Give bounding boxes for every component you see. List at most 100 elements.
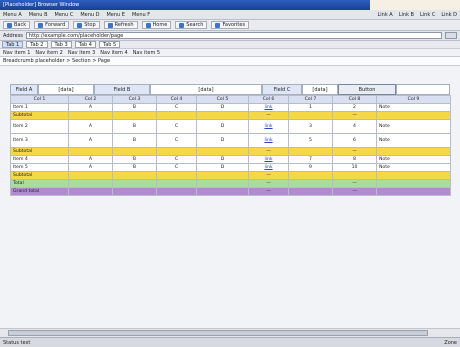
back-button[interactable]: Back [3, 21, 31, 29]
table-cell: D [196, 119, 249, 134]
table-cell [376, 187, 451, 196]
table-cell: Subtotal [10, 147, 69, 156]
form-button[interactable]: Button [338, 84, 396, 95]
subnav-item[interactable]: Nav item 4 [100, 50, 127, 56]
table-cell [112, 147, 157, 156]
table-cell: C [156, 103, 197, 112]
status-zone: Zone [444, 339, 457, 346]
table-cell [112, 111, 157, 120]
table-cell: C [156, 133, 197, 148]
table-cell-link[interactable]: link [248, 155, 289, 164]
refresh-button[interactable]: Refresh [103, 21, 138, 29]
menu-item[interactable]: Menu E [106, 12, 124, 18]
table-cell: — [332, 147, 377, 156]
table-cell: Subtotal [10, 111, 69, 120]
horizontal-scrollbar[interactable] [0, 328, 460, 337]
search-icon [179, 22, 185, 28]
table-cell: 7 [288, 155, 333, 164]
column-header: Col 7 [288, 95, 333, 104]
table-cell: A [68, 163, 113, 172]
table-cell [156, 187, 197, 196]
menu-item[interactable]: Menu A [3, 12, 22, 18]
subnav-item[interactable]: Nav item 2 [35, 50, 62, 56]
menu-link[interactable]: Link C [420, 12, 435, 18]
table-cell-link: — [248, 147, 289, 156]
tab[interactable]: Tab 1 [2, 41, 24, 48]
home-button[interactable]: Home [141, 21, 172, 29]
field-a-value[interactable]: [data] [38, 84, 94, 95]
column-header: Col 8 [332, 95, 377, 104]
table-cell [156, 147, 197, 156]
menu-item[interactable]: Menu D [80, 12, 99, 18]
table-cell [156, 179, 197, 188]
table-cell-link[interactable]: link [248, 163, 289, 172]
field-b-value[interactable]: [data] [150, 84, 262, 95]
table-cell-link: — [248, 171, 289, 180]
menu-item[interactable]: Menu F [132, 12, 150, 18]
scrollbar-thumb[interactable] [8, 330, 428, 336]
table-cell-link[interactable]: link [248, 119, 289, 134]
subnav-item[interactable]: Nav item 5 [133, 50, 160, 56]
table-cell [196, 179, 249, 188]
subnav-item[interactable]: Nav item 1 [3, 50, 30, 56]
stop-icon [77, 22, 83, 28]
column-header: Col 4 [156, 95, 197, 104]
subnav-item[interactable]: Nav item 3 [68, 50, 95, 56]
field-b-label: Field B [94, 84, 150, 95]
field-a-label: Field A [10, 84, 38, 95]
tab-strip: Tab 1 Tab 2 Tab 3 Tab 4 Tab 5 [0, 41, 460, 49]
search-button[interactable]: Search [175, 21, 208, 29]
search-label: Search [186, 22, 204, 28]
table-cell [112, 171, 157, 180]
table-cell-link[interactable]: link [248, 103, 289, 112]
table-cell: B [112, 103, 157, 112]
table-cell: D [196, 155, 249, 164]
data-table: Col 1 Col 2 Col 3 Col 4 Col 5 Col 6 Col … [10, 95, 451, 196]
table-cell: Note [376, 163, 451, 172]
table-row: Item 5 A B C Dlink 9 10 Note [10, 163, 451, 172]
summary-row: Total — — [10, 179, 451, 188]
table-cell [68, 147, 113, 156]
table-cell: Item 2 [10, 119, 69, 134]
tab[interactable]: Tab 2 [26, 41, 48, 48]
back-icon [7, 22, 12, 28]
table-cell [68, 111, 113, 120]
table-cell: — [332, 111, 377, 120]
forward-button[interactable]: Forward [34, 21, 70, 29]
menu-item[interactable]: Menu B [29, 12, 48, 18]
menu-link[interactable]: Link D [441, 12, 457, 18]
tab[interactable]: Tab 3 [50, 41, 72, 48]
tab[interactable]: Tab 4 [74, 41, 96, 48]
refresh-label: Refresh [114, 22, 134, 28]
menu-link[interactable]: Link A [377, 12, 392, 18]
table-cell: 6 [332, 133, 377, 148]
status-bar: Status text Zone [0, 337, 460, 347]
table-cell [68, 179, 113, 188]
table-cell-link[interactable]: link [248, 133, 289, 148]
stop-button[interactable]: Stop [73, 21, 100, 29]
table-cell [112, 179, 157, 188]
menu-bar: Menu A Menu B Menu C Menu D Menu E Menu … [0, 10, 460, 20]
status-text: Status text [3, 339, 31, 346]
form-spacer [396, 84, 450, 95]
table-row: Item 1 A B C Dlink 1 2 Note [10, 103, 451, 112]
table-cell [376, 179, 451, 188]
table-cell: Item 5 [10, 163, 69, 172]
address-input[interactable]: http://example.com/placeholder/page [25, 32, 442, 39]
table-cell [196, 147, 249, 156]
table-cell: 10 [332, 163, 377, 172]
field-c-value[interactable]: [data] [302, 84, 338, 95]
column-header: Col 2 [68, 95, 113, 104]
go-button[interactable] [445, 32, 457, 39]
menu-link[interactable]: Link B [399, 12, 414, 18]
home-label: Home [152, 22, 168, 28]
tab[interactable]: Tab 5 [99, 41, 121, 48]
favorites-button[interactable]: Favorites [211, 21, 250, 29]
table-cell: 5 [288, 133, 333, 148]
table-cell: 2 [332, 103, 377, 112]
refresh-icon [107, 22, 113, 28]
sub-navigation: Nav item 1 Nav item 2 Nav item 3 Nav ite… [0, 49, 460, 57]
table-cell [196, 111, 249, 120]
table-cell: B [112, 119, 157, 134]
menu-item[interactable]: Menu C [55, 12, 74, 18]
